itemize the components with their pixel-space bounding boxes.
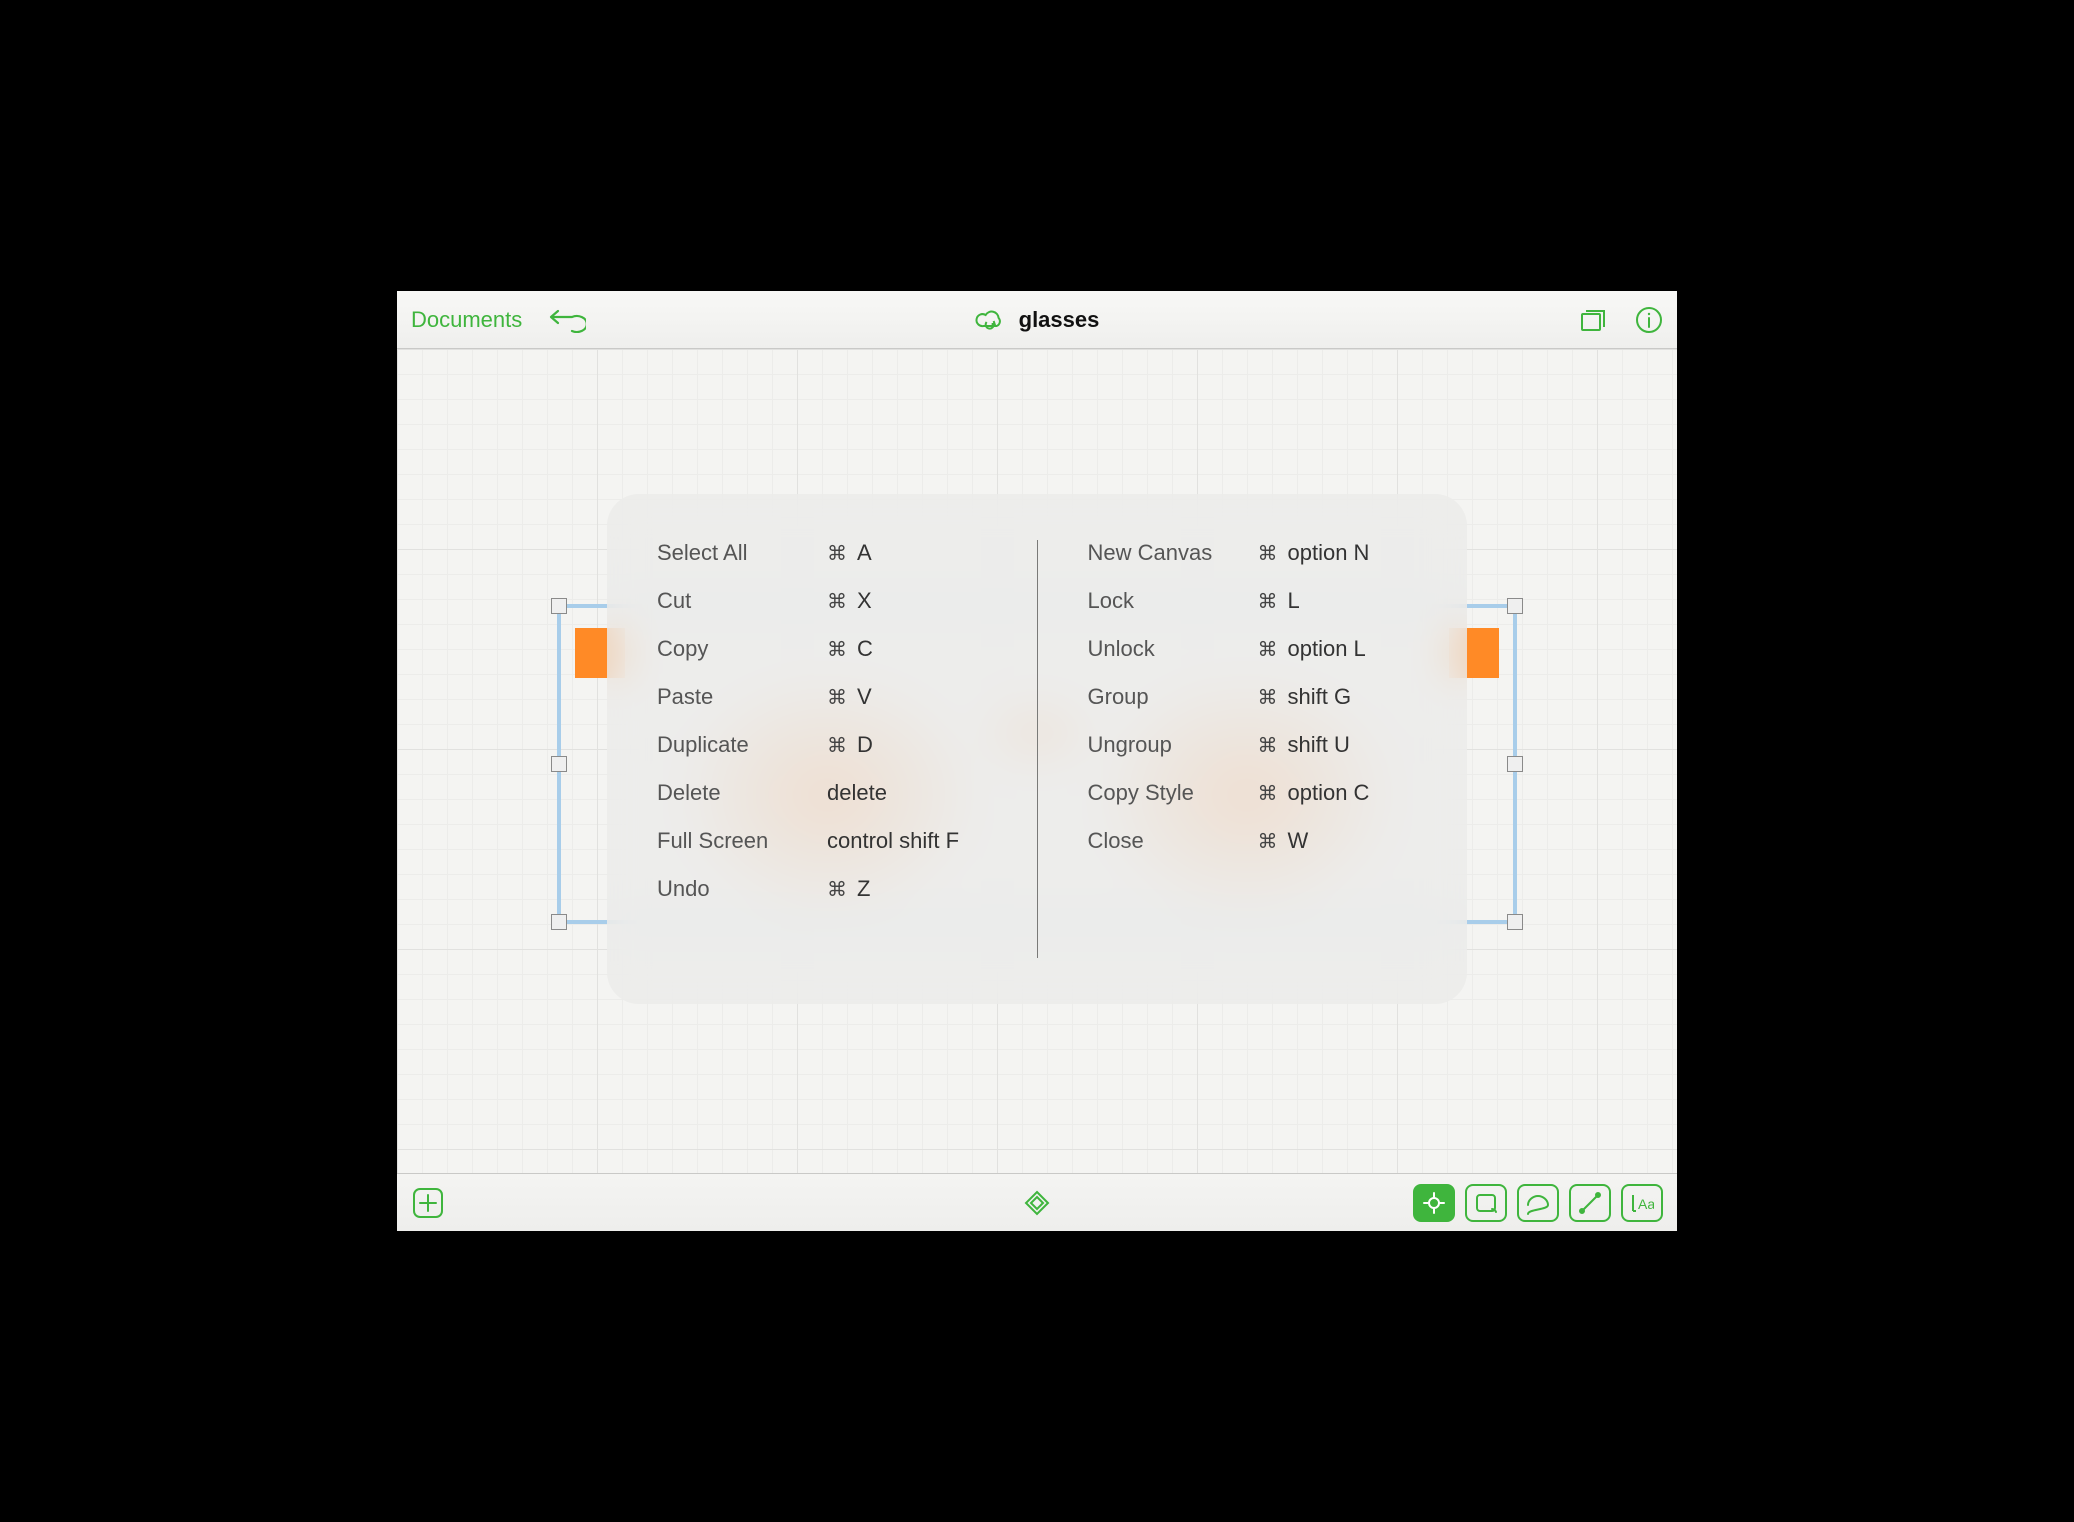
shortcut-keys: ⌘L [1258, 588, 1300, 614]
shortcut-keys: ⌘D [827, 732, 873, 758]
shortcut-label: Copy Style [1088, 780, 1258, 806]
shortcut-key-text: shift U [1288, 732, 1350, 758]
command-icon: ⌘ [827, 685, 847, 710]
shortcut-key-text: D [857, 732, 873, 758]
line-tool[interactable] [1569, 1184, 1611, 1222]
shortcut-keys: control shift F [827, 828, 959, 854]
shortcut-keys: ⌘X [827, 588, 872, 614]
shortcut-keys: ⌘C [827, 636, 873, 662]
shortcut-key-text: control shift F [827, 828, 959, 854]
shortcut-label: Select All [657, 540, 827, 566]
shortcut-label: Undo [657, 876, 827, 902]
shortcut-key-text: shift G [1288, 684, 1352, 710]
shortcut-row: Copy⌘C [657, 636, 987, 662]
shortcut-row: Unlock⌘ option L [1088, 636, 1418, 662]
command-icon: ⌘ [827, 733, 847, 758]
command-icon: ⌘ [1258, 637, 1278, 662]
shortcut-keys: delete [827, 780, 887, 806]
svg-text:Aa: Aa [1638, 1196, 1654, 1212]
shortcut-label: Unlock [1088, 636, 1258, 662]
shortcut-label: Close [1088, 828, 1258, 854]
shortcut-row: Close⌘W [1088, 828, 1418, 854]
command-icon: ⌘ [827, 877, 847, 902]
shortcut-row: Duplicate⌘D [657, 732, 987, 758]
shortcut-key-text: V [857, 684, 872, 710]
command-icon: ⌘ [827, 589, 847, 614]
shortcut-row: Cut⌘X [657, 588, 987, 614]
resize-handle-mid-right[interactable] [1507, 756, 1523, 772]
resize-handle-top-right[interactable] [1507, 598, 1523, 614]
shortcut-label: Ungroup [1088, 732, 1258, 758]
command-icon: ⌘ [827, 541, 847, 566]
shortcut-keys: ⌘ option L [1258, 636, 1366, 662]
shortcut-row: Select All⌘A [657, 540, 987, 566]
shortcut-key-text: X [857, 588, 872, 614]
shortcut-row: New Canvas⌘ option N [1088, 540, 1418, 566]
shortcut-keys: ⌘ option C [1258, 780, 1370, 806]
shortcut-keys: ⌘ shift U [1258, 732, 1350, 758]
undo-icon[interactable] [546, 307, 586, 333]
shortcut-key-text: L [1288, 588, 1300, 614]
resize-handle-mid-left[interactable] [551, 756, 567, 772]
shortcut-row: Paste⌘V [657, 684, 987, 710]
bottom-toolbar: Aa [397, 1173, 1677, 1231]
documents-button[interactable]: Documents [411, 307, 522, 333]
shortcut-key-text: option L [1288, 636, 1366, 662]
shortcut-key-text: option C [1288, 780, 1370, 806]
diamond-center-icon[interactable] [1024, 1190, 1050, 1216]
shortcut-key-text: option N [1288, 540, 1370, 566]
shortcut-label: Delete [657, 780, 827, 806]
canvas[interactable]: Select All⌘ACut⌘XCopy⌘CPaste⌘VDuplicate⌘… [397, 349, 1677, 1173]
shortcut-key-text: delete [827, 780, 887, 806]
shortcut-keys: ⌘W [1258, 828, 1309, 854]
shortcut-label: Cut [657, 588, 827, 614]
command-icon: ⌘ [1258, 541, 1278, 566]
command-icon: ⌘ [1258, 733, 1278, 758]
shortcut-key-text: A [857, 540, 872, 566]
shortcut-key-text: Z [857, 876, 870, 902]
shortcut-label: Full Screen [657, 828, 827, 854]
keyboard-shortcuts-panel: Select All⌘ACut⌘XCopy⌘CPaste⌘VDuplicate⌘… [607, 494, 1467, 1004]
shortcut-label: New Canvas [1088, 540, 1258, 566]
shortcut-row: Lock⌘L [1088, 588, 1418, 614]
resize-handle-bottom-right[interactable] [1507, 914, 1523, 930]
shortcut-row: Ungroup⌘ shift U [1088, 732, 1418, 758]
shortcut-row: Group⌘ shift G [1088, 684, 1418, 710]
freehand-tool[interactable] [1517, 1184, 1559, 1222]
shortcut-label: Group [1088, 684, 1258, 710]
canvases-icon[interactable] [1579, 307, 1607, 333]
shortcut-label: Duplicate [657, 732, 827, 758]
app-window: Documents glasses [397, 291, 1677, 1231]
command-icon: ⌘ [1258, 829, 1278, 854]
command-icon: ⌘ [827, 637, 847, 662]
shortcut-keys: ⌘V [827, 684, 872, 710]
add-button[interactable] [411, 1186, 445, 1220]
shortcut-row: Full Screencontrol shift F [657, 828, 987, 854]
cloud-sync-icon[interactable] [975, 308, 1005, 332]
resize-handle-top-left[interactable] [551, 598, 567, 614]
shortcut-row: Copy Style⌘ option C [1088, 780, 1418, 806]
shortcut-label: Copy [657, 636, 827, 662]
command-icon: ⌘ [1258, 781, 1278, 806]
select-tool[interactable] [1413, 1184, 1455, 1222]
shortcut-keys: ⌘ option N [1258, 540, 1370, 566]
shortcut-label: Paste [657, 684, 827, 710]
text-tool[interactable]: Aa [1621, 1184, 1663, 1222]
shortcut-key-text: C [857, 636, 873, 662]
shortcut-row: Undo⌘Z [657, 876, 987, 902]
shortcut-label: Lock [1088, 588, 1258, 614]
command-icon: ⌘ [1258, 685, 1278, 710]
shortcut-row: Deletedelete [657, 780, 987, 806]
command-icon: ⌘ [1258, 589, 1278, 614]
shortcut-key-text: W [1288, 828, 1309, 854]
shortcut-keys: ⌘ shift G [1258, 684, 1352, 710]
document-title: glasses [1019, 307, 1100, 333]
shape-tool[interactable] [1465, 1184, 1507, 1222]
resize-handle-bottom-left[interactable] [551, 914, 567, 930]
info-icon[interactable] [1635, 306, 1663, 334]
shortcut-keys: ⌘A [827, 540, 872, 566]
shortcut-keys: ⌘Z [827, 876, 870, 902]
top-toolbar: Documents glasses [397, 291, 1677, 349]
